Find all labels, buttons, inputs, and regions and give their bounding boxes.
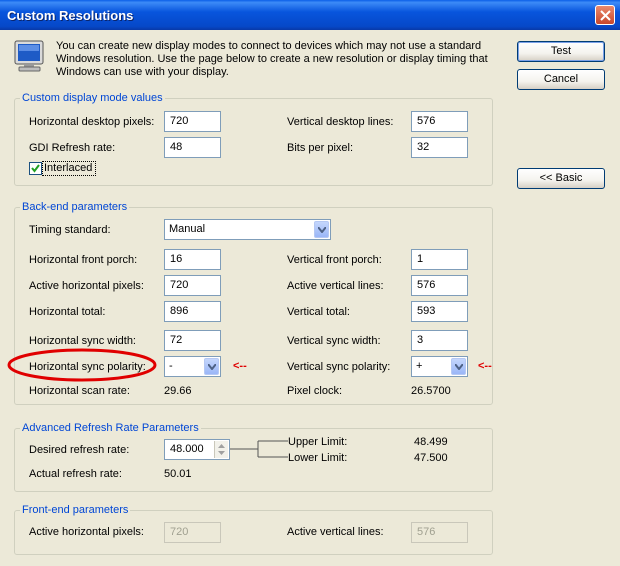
h-sync-polarity-label: Horizontal sync polarity: <box>29 361 146 373</box>
fe-active-h-input[interactable]: 720 <box>164 522 221 543</box>
custom-resolutions-dialog: Custom Resolutions You can create new di… <box>0 0 620 566</box>
timing-dropdown-button[interactable] <box>314 221 329 238</box>
gdi-refresh-label: GDI Refresh rate: <box>29 142 116 154</box>
advanced-legend: Advanced Refresh Rate Parameters <box>20 422 201 434</box>
v-sync-polarity-select[interactable]: + <box>411 356 468 377</box>
v-sync-polarity-value: + <box>416 360 423 372</box>
h-total-label: Horizontal total: <box>29 306 106 318</box>
title-bar[interactable]: Custom Resolutions <box>0 0 620 30</box>
v-front-porch-input[interactable]: 1 <box>411 249 468 270</box>
intro-text: You can create new display modes to conn… <box>56 40 488 78</box>
v-total-input[interactable]: 593 <box>411 301 468 322</box>
h-desktop-label: Horizontal desktop pixels: <box>29 116 155 128</box>
bpp-label: Bits per pixel: <box>287 142 354 154</box>
desired-refresh-value: 48.000 <box>170 443 204 455</box>
active-v-lines-input[interactable]: 576 <box>411 275 468 296</box>
h-sync-polarity-value: - <box>169 360 173 372</box>
interlaced-label[interactable]: Interlaced <box>44 162 92 174</box>
h-desktop-input[interactable]: 720 <box>164 111 221 132</box>
cancel-button[interactable]: Cancel <box>517 69 605 90</box>
v-desktop-input[interactable]: 576 <box>411 111 468 132</box>
gdi-refresh-input[interactable]: 48 <box>164 137 221 158</box>
timing-standard-select[interactable]: Manual <box>164 219 331 240</box>
fe-active-h-label: Active horizontal pixels: <box>29 526 144 538</box>
h-sync-width-input[interactable]: 72 <box>164 330 221 351</box>
cancel-button-label: Cancel <box>543 73 579 85</box>
chevron-down-icon <box>208 364 216 370</box>
spinner-arrows-icon <box>218 444 225 455</box>
window-title: Custom Resolutions <box>7 8 134 23</box>
close-icon <box>600 10 611 21</box>
basic-button-label: << Basic <box>539 172 583 184</box>
v-sync-dropdown-button[interactable] <box>451 358 466 375</box>
h-front-porch-input[interactable]: 16 <box>164 249 221 270</box>
upper-limit-label: Upper Limit: <box>288 436 348 448</box>
active-h-pixels-input[interactable]: 720 <box>164 275 221 296</box>
h-sync-polarity-select[interactable]: - <box>164 356 221 377</box>
limits-bracket <box>230 440 288 458</box>
h-front-porch-label: Horizontal front porch: <box>29 254 138 266</box>
test-button-label: Test <box>550 45 572 57</box>
active-v-lines-label: Active vertical lines: <box>287 280 384 292</box>
basic-button[interactable]: << Basic <box>517 168 605 189</box>
checkmark-icon <box>31 164 40 173</box>
h-total-input[interactable]: 896 <box>164 301 221 322</box>
timing-standard-label: Timing standard: <box>29 224 111 236</box>
v-sync-width-label: Vertical sync width: <box>287 335 381 347</box>
v-sync-arrow-mark: <-- <box>478 360 492 372</box>
chevron-down-icon <box>455 364 463 370</box>
actual-refresh-label: Actual refresh rate: <box>29 468 122 480</box>
actual-refresh-value: 50.01 <box>164 468 192 480</box>
lower-limit-value: 47.500 <box>414 452 448 464</box>
desired-refresh-label: Desired refresh rate: <box>29 444 130 456</box>
active-h-pixels-label: Active horizontal pixels: <box>29 280 144 292</box>
fe-active-v-input[interactable]: 576 <box>411 522 468 543</box>
timing-standard-value: Manual <box>169 223 206 235</box>
v-desktop-label: Vertical desktop lines: <box>287 116 394 128</box>
h-sync-arrow-mark: <-- <box>233 360 247 372</box>
bpp-input[interactable]: 32 <box>411 137 468 158</box>
test-button[interactable]: Test <box>517 41 605 62</box>
frontend-legend: Front-end parameters <box>20 504 131 516</box>
interlaced-checkbox[interactable] <box>29 162 42 175</box>
upper-limit-value: 48.499 <box>414 436 448 448</box>
monitor-icon <box>12 40 48 77</box>
pixel-clock-value: 26.5700 <box>411 385 451 397</box>
lower-limit-label: Lower Limit: <box>288 452 348 464</box>
desired-refresh-input[interactable]: 48.000 <box>164 439 230 460</box>
custom-mode-legend: Custom display mode values <box>20 92 165 104</box>
v-front-porch-label: Vertical front porch: <box>287 254 382 266</box>
fe-active-v-label: Active vertical lines: <box>287 526 384 538</box>
v-sync-polarity-label: Vertical sync polarity: <box>287 361 391 373</box>
pixel-clock-label: Pixel clock: <box>287 385 343 397</box>
h-scan-rate-value: 29.66 <box>164 385 192 397</box>
h-sync-dropdown-button[interactable] <box>204 358 219 375</box>
refresh-spinner[interactable] <box>214 441 228 458</box>
close-button[interactable] <box>595 5 615 25</box>
v-total-label: Vertical total: <box>287 306 350 318</box>
chevron-down-icon <box>318 227 326 233</box>
h-scan-rate-label: Horizontal scan rate: <box>29 385 130 397</box>
backend-legend: Back-end parameters <box>20 201 130 213</box>
v-sync-width-input[interactable]: 3 <box>411 330 468 351</box>
